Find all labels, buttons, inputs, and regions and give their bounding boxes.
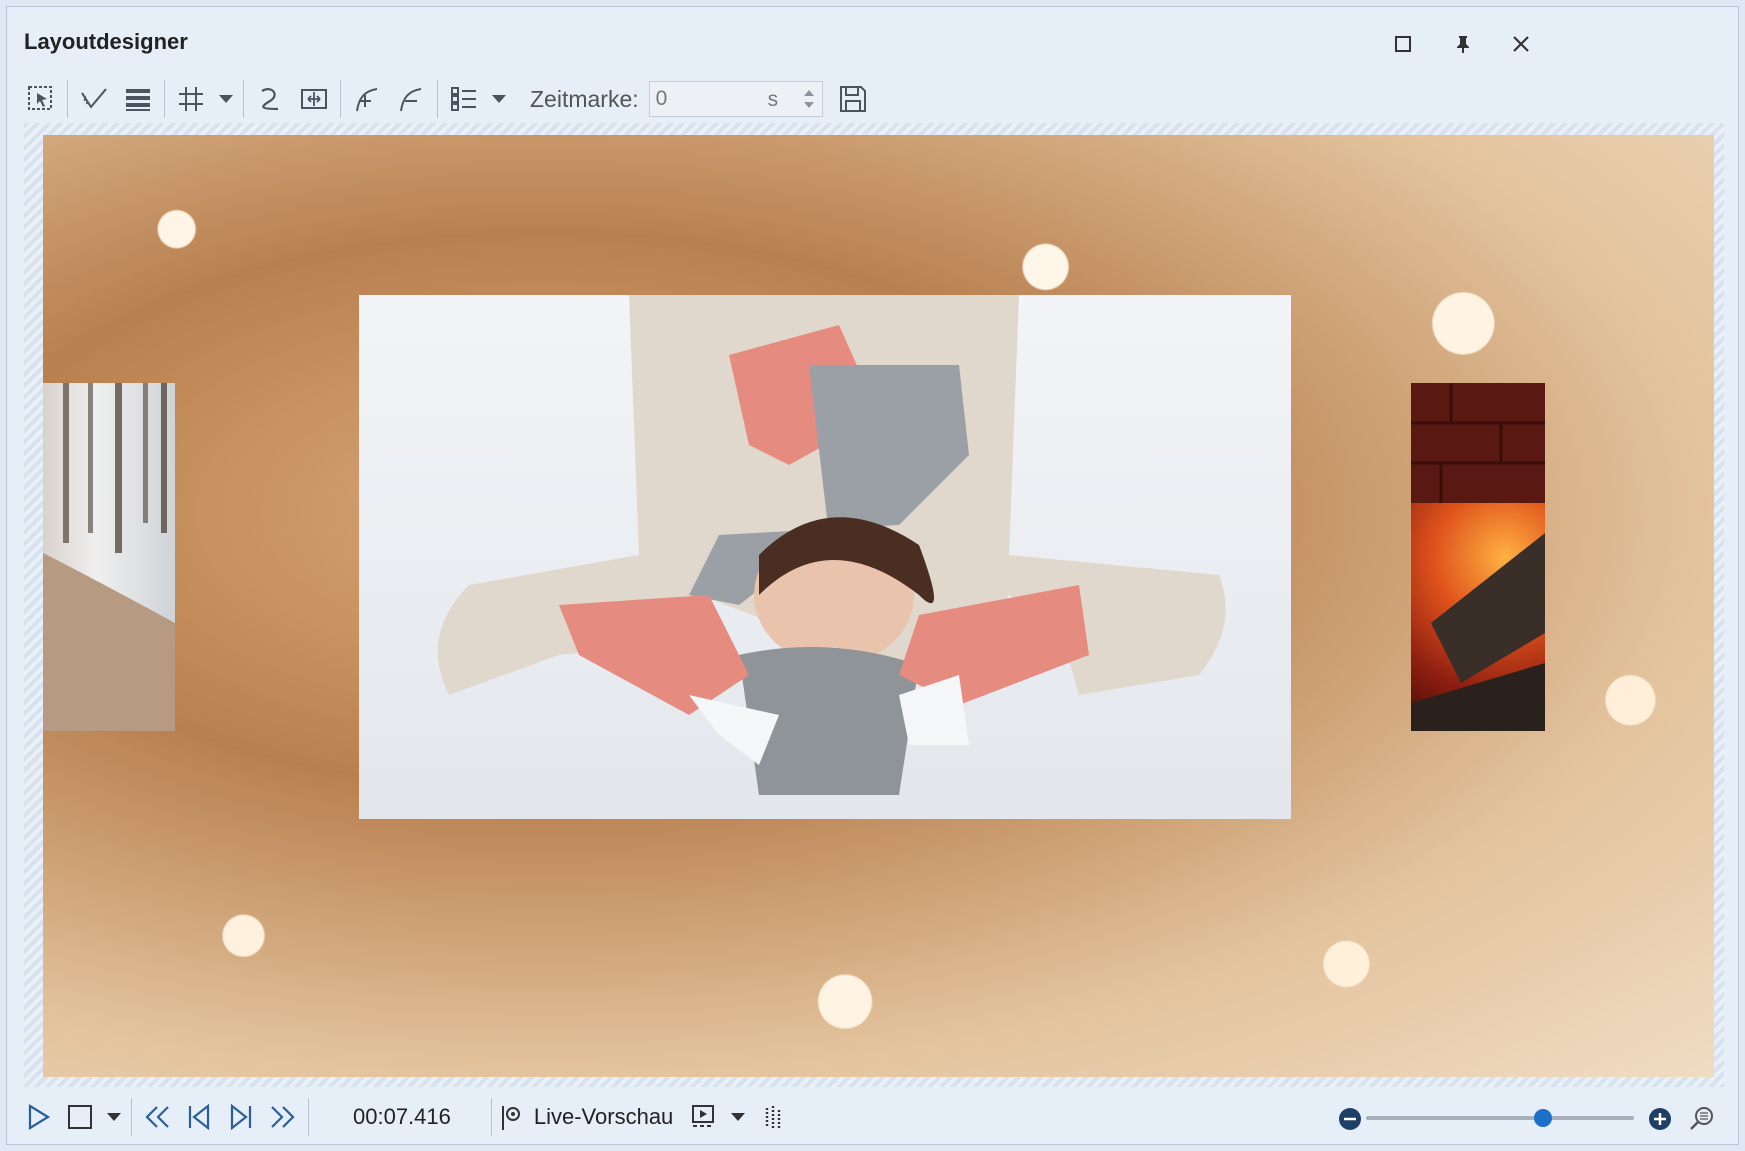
window-title: Layoutdesigner <box>24 29 188 54</box>
add-curve-point-icon <box>356 88 378 112</box>
fast-forward-button[interactable] <box>262 1095 304 1139</box>
object-list-button[interactable] <box>442 76 486 122</box>
toolbar-separator <box>437 80 438 118</box>
statusbar-separator <box>308 1098 309 1136</box>
zoom-slider-thumb[interactable] <box>1533 1109 1552 1127</box>
live-preview-label[interactable]: Live-Vorschau <box>534 1104 673 1130</box>
zoom-in-icon[interactable] <box>1648 1107 1672 1131</box>
zeitmarke-unit: s <box>767 88 779 111</box>
stop-icon <box>68 1105 92 1129</box>
fire-image <box>1411 383 1545 731</box>
toolbar-separator <box>67 80 68 118</box>
close-icon <box>1513 36 1529 52</box>
woman-lying-in-snow[interactable] <box>359 295 1291 819</box>
pin-icon <box>1457 36 1469 53</box>
motion-path-button[interactable] <box>248 76 292 122</box>
layers-button[interactable] <box>116 76 160 122</box>
path-check-icon <box>81 88 107 109</box>
rewind-icon <box>145 1106 169 1128</box>
preview-mode-button[interactable] <box>683 1095 725 1139</box>
fit-frame-icon <box>301 89 327 109</box>
play-icon <box>28 1104 51 1130</box>
spinner-arrows-icon[interactable] <box>800 84 818 114</box>
save-button[interactable] <box>831 76 875 122</box>
toolbar-separator <box>164 80 165 118</box>
layers-icon <box>126 89 150 111</box>
stage-frame <box>24 123 1724 1087</box>
path-tool-button[interactable] <box>72 76 116 122</box>
live-preview-toggle[interactable] <box>496 1095 530 1139</box>
chevron-down-icon <box>731 1113 746 1121</box>
woman-snow-image <box>437 295 1226 795</box>
grid-dropdown-button[interactable] <box>213 76 239 122</box>
zeitmarke-field: s <box>648 81 823 117</box>
chevron-down-icon <box>219 95 233 103</box>
previous-button[interactable] <box>178 1095 220 1139</box>
preview-screen-icon <box>692 1105 715 1127</box>
remove-keyframe-button[interactable] <box>389 76 433 122</box>
toolbar-separator <box>340 80 341 118</box>
status-bar: 00:07.416 Live-Vorschau <box>7 1091 1738 1143</box>
zoom-out-icon[interactable] <box>1338 1107 1362 1131</box>
fireplace-logs[interactable] <box>1411 383 1545 731</box>
layoutdesigner-window: Layoutdesigner Zeitmarke: 0 s 00:07.416 … <box>6 6 1739 1145</box>
fit-frame-button[interactable] <box>292 76 336 122</box>
play-button[interactable] <box>17 1095 59 1139</box>
curve-path-icon <box>261 88 279 111</box>
eye-pin-icon <box>501 1106 520 1130</box>
chevron-down-icon <box>492 95 506 103</box>
stop-button[interactable] <box>59 1095 101 1139</box>
remove-curve-point-icon <box>400 88 422 112</box>
person-in-snowy-forest[interactable] <box>43 383 175 731</box>
toolbar-separator <box>243 80 244 118</box>
close-button[interactable] <box>1499 25 1543 63</box>
forest-image <box>43 383 175 731</box>
glitter-bokeh-background[interactable] <box>43 135 1714 1077</box>
grid-button[interactable] <box>169 76 213 122</box>
add-keyframe-button[interactable] <box>345 76 389 122</box>
toolbar: Zeitmarke: s <box>19 73 1726 125</box>
audio-level-button[interactable] <box>751 1095 793 1139</box>
list-icon <box>451 87 476 111</box>
title-bar: Layoutdesigner <box>7 7 1738 71</box>
maximize-icon <box>1395 36 1411 52</box>
zeitmarke-label: Zeitmarke: <box>530 85 639 112</box>
preview-mode-dropdown-button[interactable] <box>725 1094 751 1140</box>
zeitmarke-input[interactable] <box>649 82 760 116</box>
zoom-control <box>1318 1099 1718 1139</box>
maximize-button[interactable] <box>1381 25 1425 63</box>
skip-back-icon <box>188 1103 210 1131</box>
zoom-slider-track[interactable] <box>1366 1116 1634 1120</box>
statusbar-separator <box>131 1098 132 1136</box>
timecode-display: 00:07.416 <box>353 1104 451 1129</box>
stop-dropdown-button[interactable] <box>101 1094 127 1140</box>
zoom-fit-icon[interactable] <box>1688 1105 1716 1133</box>
level-meter-icon <box>766 1106 781 1128</box>
next-button[interactable] <box>220 1095 262 1139</box>
selection-icon <box>28 86 52 110</box>
select-tool-button[interactable] <box>19 76 63 122</box>
fast-forward-icon <box>271 1106 295 1128</box>
pin-button[interactable] <box>1441 25 1485 63</box>
skip-forward-icon <box>230 1103 252 1131</box>
save-icon <box>839 86 866 112</box>
object-list-dropdown-button[interactable] <box>486 76 512 122</box>
rewind-button[interactable] <box>136 1095 178 1139</box>
chevron-down-icon <box>107 1113 121 1121</box>
statusbar-separator <box>490 1098 492 1136</box>
grid-icon <box>179 87 203 111</box>
